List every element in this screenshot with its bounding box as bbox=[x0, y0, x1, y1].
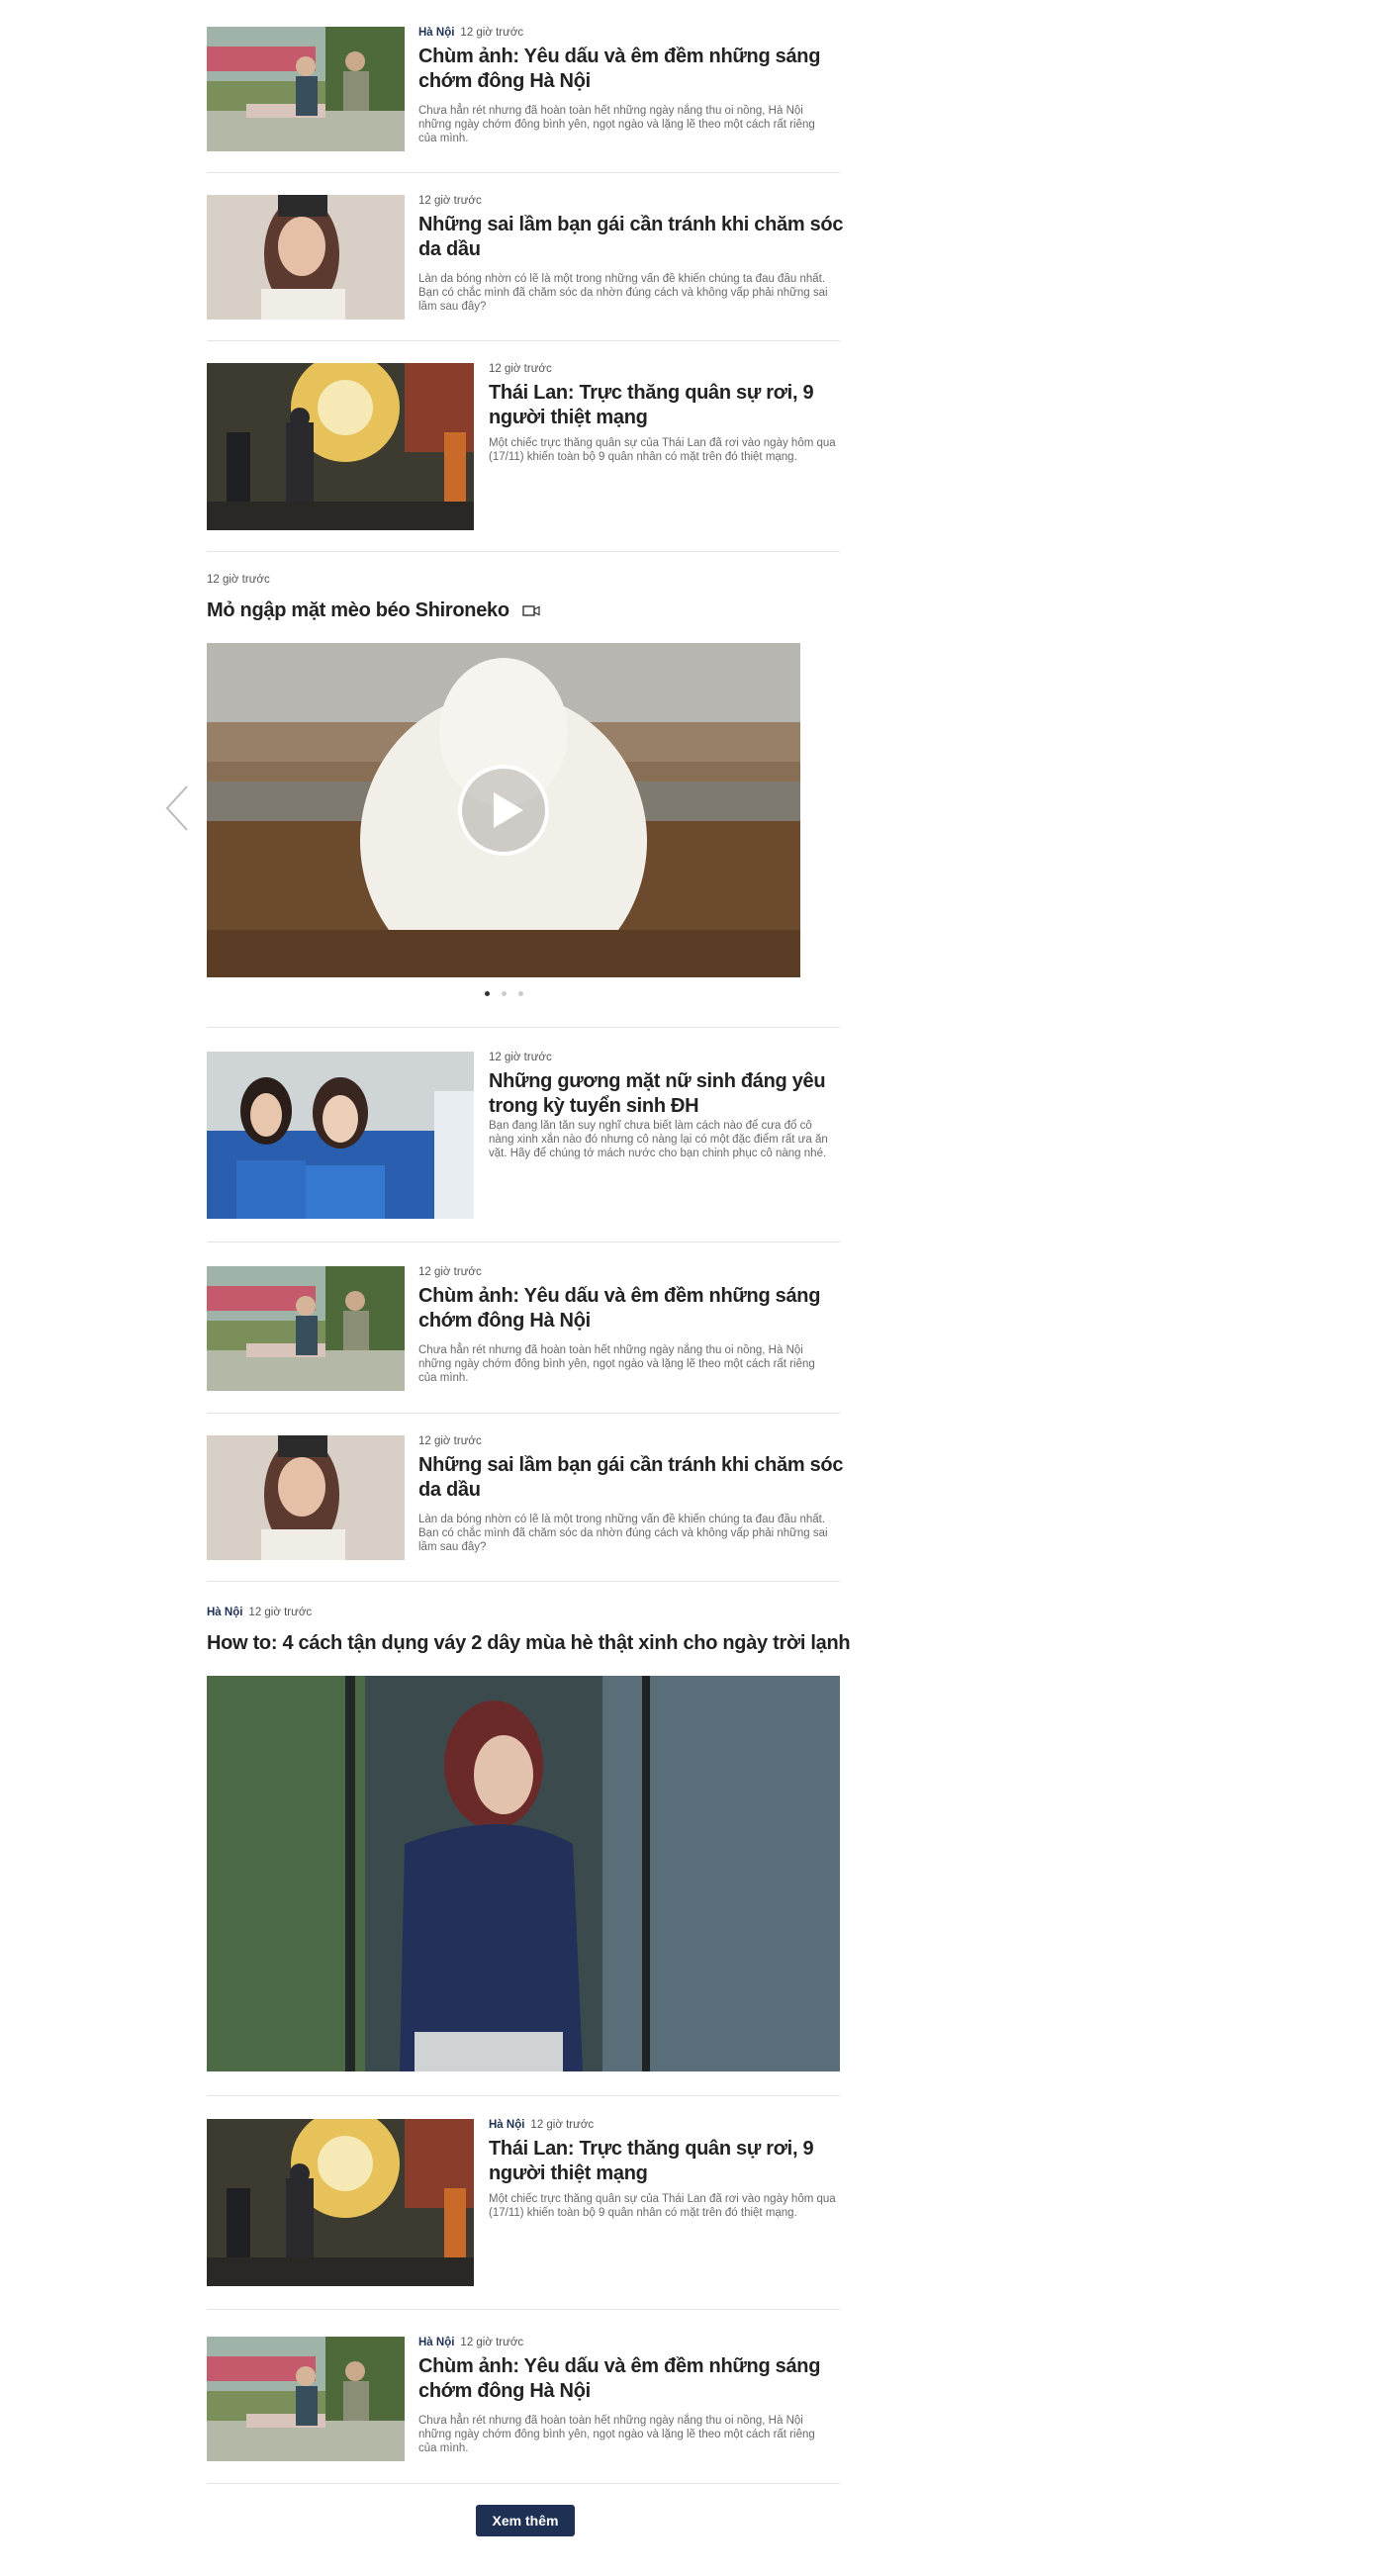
video-article: 12 giờ trước Mỏ ngập mặt mèo béo Shirone… bbox=[207, 574, 840, 1009]
featured-article[interactable]: Hà Nội 12 giờ trước How to: 4 cách tận dụ… bbox=[207, 1607, 851, 2071]
article-category[interactable]: Hà Nội bbox=[418, 2337, 454, 2348]
article-description: Một chiếc trực thăng quân sự của Thái La… bbox=[489, 2193, 836, 2219]
article-title[interactable]: How to: 4 cách tận dụng váy 2 dây mùa hè… bbox=[207, 1632, 851, 1655]
article-thumbnail[interactable] bbox=[207, 2119, 474, 2286]
article-item[interactable]: Hà Nội 12 giờ trước Thái Lan: Trực thăng … bbox=[207, 2119, 840, 2286]
article-description: Chưa hẳn rét nhưng đã hoàn toàn hết nhữn… bbox=[418, 2415, 815, 2454]
article-thumbnail[interactable] bbox=[207, 27, 405, 151]
article-time: 12 giờ trước bbox=[530, 2119, 595, 2131]
article-time: 12 giờ trước bbox=[248, 1607, 313, 1618]
article-thumbnail[interactable] bbox=[207, 1435, 405, 1560]
article-thumbnail[interactable] bbox=[207, 2337, 405, 2461]
video-player[interactable] bbox=[207, 643, 800, 977]
article-time: 12 giờ trước bbox=[418, 195, 482, 207]
article-thumbnail[interactable] bbox=[207, 195, 405, 320]
article-category[interactable]: Hà Nội bbox=[418, 27, 454, 39]
article-description: Làn da bóng nhờn có lẽ là một trong nhữn… bbox=[418, 1514, 828, 1553]
divider bbox=[207, 1027, 840, 1028]
article-image[interactable] bbox=[207, 1676, 840, 2071]
article-title[interactable]: Chùm ảnh: Yêu dấu và êm đềm những sáng c… bbox=[418, 1284, 844, 1334]
slider-dot[interactable] bbox=[485, 991, 490, 996]
divider bbox=[207, 2309, 840, 2310]
article-description: Chưa hẳn rét nhưng đã hoàn toàn hết nhữn… bbox=[418, 1344, 815, 1384]
slider-dot[interactable] bbox=[518, 991, 523, 996]
article-item[interactable]: 12 giờ trước Chùm ảnh: Yêu dấu và êm đềm… bbox=[207, 1266, 840, 1391]
article-item[interactable]: 12 giờ trước Những sai lầm bạn gái cần t… bbox=[207, 1435, 843, 1560]
article-title[interactable]: Chùm ảnh: Yêu dấu và êm đềm những sáng c… bbox=[418, 2354, 844, 2404]
article-item[interactable]: Hà Nội 12 giờ trước Chùm ảnh: Yêu dấu và … bbox=[207, 27, 840, 151]
chevron-left-icon[interactable] bbox=[162, 783, 192, 833]
divider bbox=[207, 1413, 840, 1414]
article-title[interactable]: Mỏ ngập mặt mèo béo Shironeko bbox=[207, 599, 540, 622]
article-time: 12 giờ trước bbox=[460, 27, 524, 39]
slider-dot[interactable] bbox=[502, 991, 507, 996]
article-description: Chưa hẳn rét nhưng đã hoàn toàn hết nhữn… bbox=[418, 105, 815, 144]
article-description: Làn da bóng nhờn có lẽ là một trong nhữn… bbox=[418, 273, 828, 313]
divider bbox=[207, 551, 840, 552]
article-description: Bạn đang lăn tăn suy nghĩ chưa biết làm … bbox=[489, 1120, 828, 1159]
article-time: 12 giờ trước bbox=[418, 1435, 482, 1447]
play-icon[interactable] bbox=[456, 763, 551, 858]
article-title[interactable]: Những sai lầm bạn gái cần tránh khi chăm… bbox=[418, 213, 844, 262]
article-item[interactable]: 12 giờ trước Thái Lan: Trực thăng quân s… bbox=[207, 363, 840, 530]
divider bbox=[207, 2483, 840, 2484]
article-item[interactable]: 12 giờ trước Những sai lầm bạn gái cần t… bbox=[207, 195, 843, 320]
article-description: Một chiếc trực thăng quân sự của Thái La… bbox=[489, 437, 836, 463]
article-item[interactable]: Hà Nội 12 giờ trước Chùm ảnh: Yêu dấu và … bbox=[207, 2337, 840, 2461]
article-time: 12 giờ trước bbox=[418, 1266, 482, 1278]
slider-pagination bbox=[485, 991, 544, 999]
article-title[interactable]: Những gương mặt nữ sinh đáng yêu trong k… bbox=[489, 1069, 847, 1119]
article-time: 12 giờ trước bbox=[207, 574, 270, 586]
article-category[interactable]: Hà Nội bbox=[207, 1607, 242, 1618]
article-thumbnail[interactable] bbox=[207, 363, 474, 530]
article-time: 12 giờ trước bbox=[460, 2337, 524, 2348]
load-more-button[interactable]: Xem thêm bbox=[476, 2505, 575, 2536]
article-title[interactable]: Thái Lan: Trực thăng quân sự rơi, 9 ngườ… bbox=[489, 2137, 847, 2186]
article-time: 12 giờ trước bbox=[489, 363, 552, 375]
article-time: 12 giờ trước bbox=[489, 1052, 552, 1063]
divider bbox=[207, 1581, 840, 1582]
video-camera-icon bbox=[522, 599, 540, 622]
article-title[interactable]: Chùm ảnh: Yêu dấu và êm đềm những sáng c… bbox=[418, 45, 844, 94]
article-title[interactable]: Những sai lầm bạn gái cần tránh khi chăm… bbox=[418, 1453, 844, 1503]
article-thumbnail[interactable] bbox=[207, 1052, 474, 1219]
divider bbox=[207, 2095, 840, 2096]
article-title[interactable]: Thái Lan: Trực thăng quân sự rơi, 9 ngườ… bbox=[489, 381, 847, 430]
article-item[interactable]: 12 giờ trước Những gương mặt nữ sinh đán… bbox=[207, 1052, 840, 1219]
article-thumbnail[interactable] bbox=[207, 1266, 405, 1391]
divider bbox=[207, 172, 840, 173]
divider bbox=[207, 340, 840, 341]
article-category[interactable]: Hà Nội bbox=[489, 2119, 524, 2131]
